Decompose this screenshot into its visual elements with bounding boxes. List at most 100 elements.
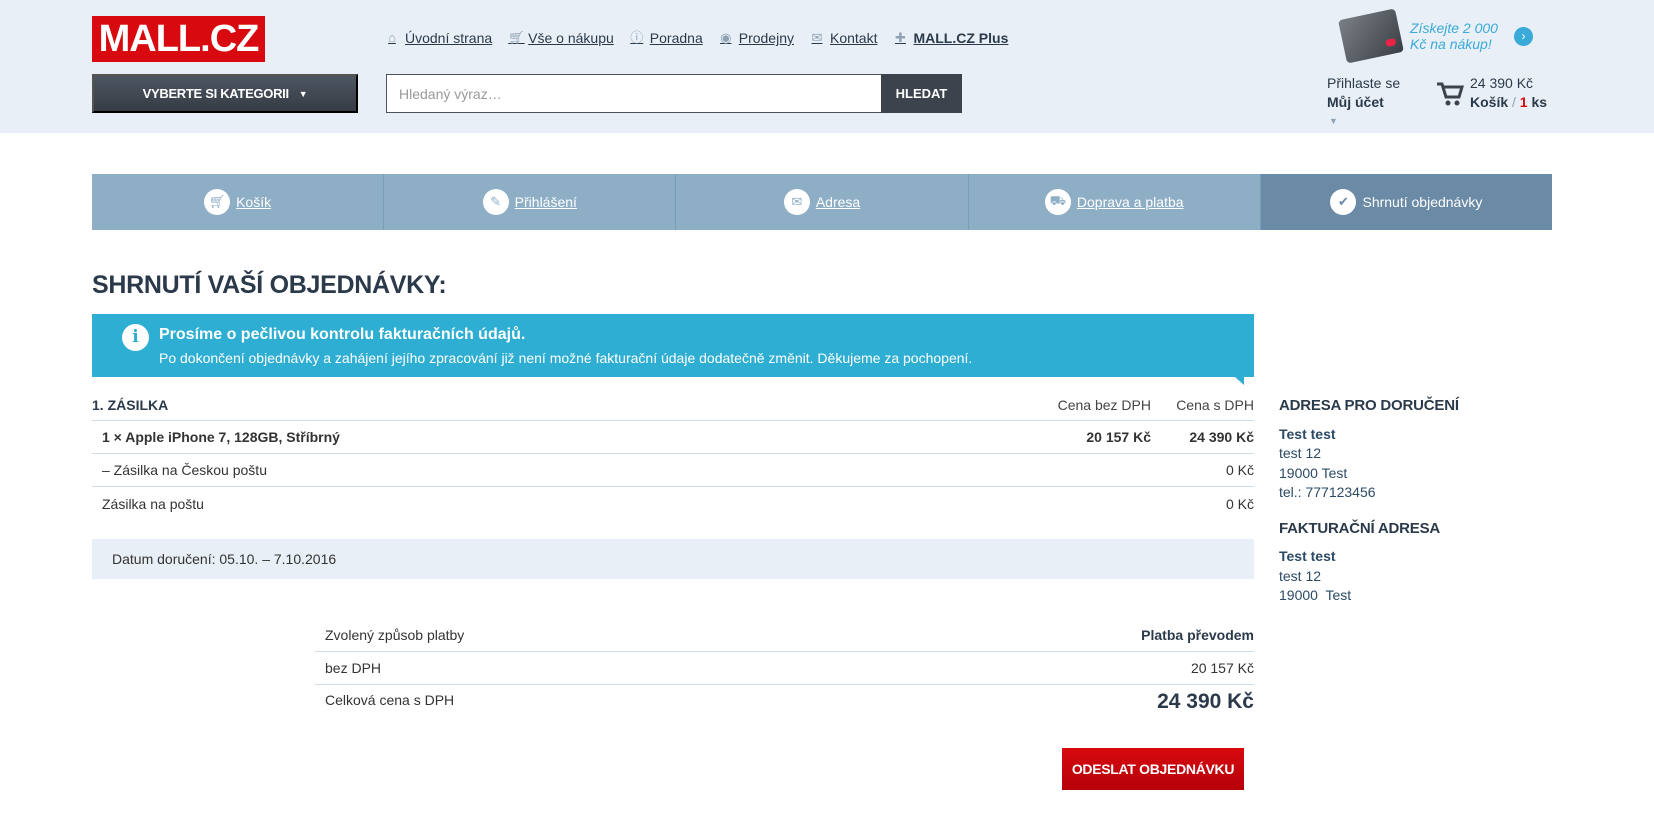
cart-icon: [1437, 82, 1464, 106]
account-menu[interactable]: Přihlaste se Můj účet ▼: [1327, 74, 1400, 131]
total-label: Celková cena s DPH: [325, 692, 455, 708]
summary-payment-row: Zvolený způsob platby Platba převodem: [315, 619, 1254, 652]
nav-stores-label: Prodejny: [738, 30, 794, 46]
info-icon: ⓘ: [630, 30, 644, 45]
item-description: Zásilka na poštu: [102, 495, 204, 512]
step-login[interactable]: ✎ Přihlášení: [384, 174, 677, 230]
notice-tail: [1235, 377, 1244, 385]
top-navigation: ⌂ Úvodní strana 🛒︎ Vše o nákupu ⓘ Poradn…: [385, 28, 1024, 48]
cart-separator: /: [1512, 94, 1516, 110]
login-prompt: Přihlaste se: [1327, 75, 1401, 91]
step-login-label: Přihlášení: [514, 194, 577, 210]
address-panel: ADRESA PRO DORUČENÍ Test test test 12 19…: [1279, 396, 1579, 622]
mail-icon: ✉: [783, 189, 810, 215]
checkout-steps: 🛒︎ Košík ✎ Přihlášení ✉ Adresa ⛟ Doprava…: [92, 174, 1553, 230]
search-button[interactable]: HLEDAT: [881, 74, 962, 113]
cart-total: 24 390 Kč: [1470, 75, 1534, 91]
promo-text: Získejte 2 000 Kč na nákup!: [1410, 20, 1498, 52]
cart-icon: 🛒︎: [508, 30, 525, 45]
nav-mall-plus[interactable]: ✚ MALL.CZ Plus: [893, 30, 1008, 46]
step-cart-label: Košík: [236, 194, 272, 210]
item-price-inc-vat: 0 Kč: [1225, 495, 1254, 512]
total-value: 24 390 Kč: [1157, 690, 1254, 713]
nav-stores[interactable]: ◉ Prodejny: [719, 30, 794, 46]
step-shipping-payment-label: Doprava a platba: [1076, 194, 1184, 210]
credit-card-image: [1338, 8, 1404, 64]
nav-mall-plus-label: MALL.CZ Plus: [913, 30, 1009, 46]
col-price-inc-vat: Cena s DPH: [1176, 396, 1254, 413]
payment-method-value: Platba převodem: [1141, 627, 1254, 643]
item-description: – Zásilka na Českou poštu: [102, 462, 267, 478]
step-summary-label: Shrnutí objednávky: [1362, 194, 1483, 210]
store-icon: ◉: [720, 30, 732, 45]
delivery-address-heading: ADRESA PRO DORUČENÍ: [1279, 397, 1459, 414]
ex-vat-label: bez DPH: [325, 660, 382, 676]
delivery-street: test 12: [1279, 445, 1322, 461]
home-icon: ⌂: [388, 30, 396, 45]
col-price-ex-vat: Cena bez DPH: [1057, 396, 1151, 413]
table-header: 1. ZÁSILKA Cena bez DPH Cena s DPH: [92, 389, 1254, 421]
billing-city: 19000 Test: [1279, 587, 1352, 603]
nav-advice-label: Poradna: [649, 30, 703, 46]
table-row: 1 × Apple iPhone 7, 128GB, Stříbrný 20 1…: [92, 421, 1254, 454]
chevron-right-icon[interactable]: ›: [1514, 26, 1533, 46]
order-summary: Zvolený způsob platby Platba převodem be…: [315, 619, 1254, 733]
delivery-name: Test test: [1279, 425, 1336, 442]
step-summary: ✔ Shrnutí objednávky: [1260, 174, 1553, 230]
table-row: – Zásilka na Českou poštu 0 Kč: [92, 454, 1254, 487]
my-account-link[interactable]: Můj účet: [1327, 93, 1400, 112]
ex-vat-value: 20 157 Kč: [1190, 660, 1254, 676]
caret-down-icon: ▼: [298, 88, 308, 99]
nav-contact[interactable]: ✉ Kontakt: [810, 30, 878, 46]
delivery-city: 19000 Test: [1279, 464, 1348, 481]
cart-label: Košík: [1470, 94, 1509, 110]
category-menu-button[interactable]: VYBERTE SI KATEGORII ▼: [92, 74, 358, 113]
nav-contact-label: Kontakt: [830, 30, 878, 46]
billing-info-notice: i Prosíme o pečlivou kontrolu fakturační…: [92, 314, 1254, 385]
category-menu-label: VYBERTE SI KATEGORII: [142, 86, 289, 101]
search-bar: HLEDAT: [386, 74, 962, 113]
check-icon: ✔: [1330, 189, 1357, 215]
nav-about-shopping-label: Vše o nákupu: [528, 30, 614, 46]
order-shipment-table: 1. ZÁSILKA Cena bez DPH Cena s DPH 1 × A…: [92, 389, 1254, 520]
header-cart[interactable]: 24 390 Kč Košík / 1 ks: [1436, 74, 1547, 112]
item-price-inc-vat: 24 390 Kč: [1189, 429, 1254, 445]
billing-name: Test test: [1279, 548, 1336, 564]
notice-title: Prosíme o pečlivou kontrolu fakturačních…: [159, 326, 526, 343]
step-cart[interactable]: 🛒︎ Košík: [92, 174, 385, 230]
step-address-label: Adresa: [815, 194, 861, 210]
billing-address-heading: FAKTURAČNÍ ADRESA: [1279, 519, 1441, 537]
step-address[interactable]: ✉ Adresa: [676, 174, 969, 230]
submit-order-button[interactable]: ODESLAT OBJEDNÁVKU: [1062, 748, 1244, 790]
delivery-date: Datum doručení: 05.10. – 7.10.2016: [92, 539, 1254, 579]
item-description: 1 × Apple iPhone 7, 128GB, Stříbrný: [102, 429, 340, 445]
notice-text: Po dokončení objednávky a zahájení jejíh…: [159, 350, 973, 366]
cart-count: 1: [1519, 94, 1528, 110]
info-icon: i: [122, 324, 149, 351]
step-shipping-payment[interactable]: ⛟ Doprava a platba: [968, 174, 1261, 230]
nav-home[interactable]: ⌂ Úvodní strana: [385, 30, 492, 46]
caret-down-icon: ▼: [1329, 116, 1338, 126]
shipment-title: 1. ZÁSILKA: [92, 396, 169, 413]
delivery-address: ADRESA PRO DORUČENÍ Test test test 12 19…: [1279, 396, 1579, 503]
site-header: MALL.CZ ⌂ Úvodní strana 🛒︎ Vše o nákupu …: [0, 0, 1654, 133]
mall-logo[interactable]: MALL.CZ: [92, 16, 265, 62]
truck-icon: ⛟: [1044, 189, 1071, 215]
summary-total-row: Celková cena s DPH 24 390 Kč: [315, 685, 1254, 733]
summary-ex-vat-row: bez DPH 20 157 Kč: [315, 652, 1254, 685]
billing-address: FAKTURAČNÍ ADRESA Test test test 12 1900…: [1279, 519, 1579, 606]
payment-method-label: Zvolený způsob platby: [325, 627, 465, 643]
nav-advice[interactable]: ⓘ Poradna: [630, 30, 703, 46]
cart-icon: 🛒︎: [204, 189, 231, 215]
item-price-ex-vat: 20 157 Kč: [1086, 429, 1151, 445]
promo-banner[interactable]: Získejte 2 000 Kč na nákup! ›: [1338, 8, 1533, 64]
plus-icon: ✚: [895, 30, 906, 45]
delivery-phone: tel.: 777123456: [1279, 484, 1376, 500]
mail-icon: ✉: [811, 30, 823, 45]
pencil-icon: ✎: [482, 189, 509, 215]
nav-home-label: Úvodní strana: [405, 30, 493, 46]
search-input[interactable]: [386, 74, 881, 113]
table-row: Zásilka na poštu 0 Kč: [92, 487, 1254, 520]
nav-about-shopping[interactable]: 🛒︎ Vše o nákupu: [508, 30, 614, 46]
item-price-inc-vat: 0 Kč: [1225, 462, 1254, 478]
